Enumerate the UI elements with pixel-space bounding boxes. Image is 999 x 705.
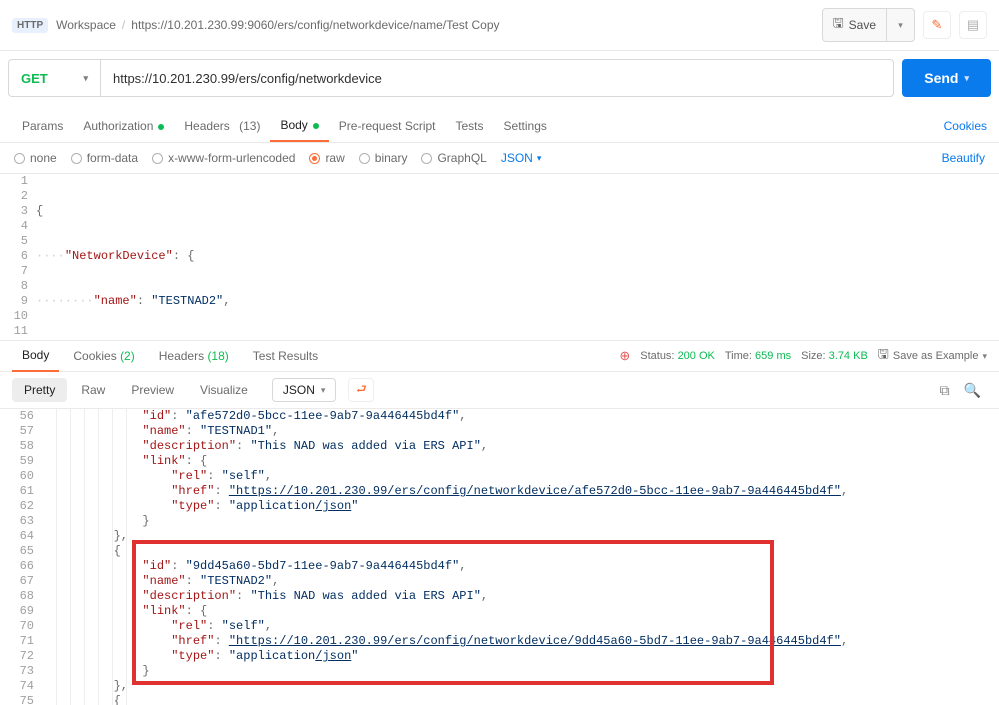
radio-x-www-form[interactable]: x-www-form-urlencoded: [152, 151, 295, 165]
url-input[interactable]: [100, 59, 894, 97]
save-as-example[interactable]: 🖫Save as Example▾: [878, 345, 987, 367]
chevron-down-icon: ▾: [898, 20, 903, 31]
tab-tests[interactable]: Tests: [446, 109, 494, 142]
copy-button[interactable]: ⧉: [940, 382, 950, 399]
request-code: { "NetworkDevice": { "name": "TESTNAD2",…: [36, 174, 999, 340]
method-value: GET: [21, 71, 48, 86]
request-body-editor[interactable]: 1234567891011 { "NetworkDevice": { "name…: [0, 174, 999, 340]
radio-raw[interactable]: raw: [309, 151, 344, 165]
view-preview[interactable]: Preview: [119, 378, 186, 402]
body-type-row: none form-data x-www-form-urlencoded raw…: [0, 143, 999, 174]
save-button[interactable]: 🖫 Save: [822, 8, 887, 42]
view-pretty[interactable]: Pretty: [12, 378, 67, 402]
floppy-icon: 🖫: [833, 14, 844, 36]
time-value: 659 ms: [755, 350, 791, 362]
response-header: Body Cookies (2) Headers (18) Test Resul…: [0, 340, 999, 372]
response-code: "id": "afe572d0-5bcc-11ee-9ab7-9a446445b…: [42, 409, 999, 705]
body-format-select[interactable]: JSON▾: [501, 151, 542, 165]
request-row: GET ▾ Send ▾: [0, 51, 999, 109]
tab-headers[interactable]: Headers (13): [174, 109, 270, 142]
tab-authorization[interactable]: Authorization: [73, 109, 174, 142]
save-label: Save: [849, 18, 876, 32]
wrap-lines-button[interactable]: ⮐: [348, 378, 374, 402]
response-format-select[interactable]: JSON▾: [272, 378, 337, 402]
method-select[interactable]: GET ▾: [8, 59, 100, 97]
chevron-down-icon: ▾: [537, 153, 542, 164]
tab-body[interactable]: Body: [270, 109, 328, 142]
http-badge: HTTP: [12, 18, 48, 33]
request-gutter: 1234567891011: [0, 174, 36, 339]
view-raw[interactable]: Raw: [69, 378, 117, 402]
save-dropdown[interactable]: ▾: [887, 8, 915, 42]
send-button[interactable]: Send ▾: [902, 59, 991, 97]
search-button[interactable]: 🔍: [964, 382, 981, 399]
network-icon[interactable]: ⊕: [619, 348, 630, 364]
save-button-group: 🖫 Save ▾: [822, 8, 915, 42]
response-body-editor[interactable]: 5657585960616263646566676869707172737475…: [0, 409, 999, 705]
chevron-down-icon: ▾: [321, 385, 326, 396]
auth-active-dot: [156, 119, 164, 133]
body-active-dot: [311, 118, 319, 132]
radio-graphql[interactable]: GraphQL: [421, 151, 486, 165]
comments-button[interactable]: ▤: [959, 11, 987, 39]
send-label: Send: [924, 70, 958, 86]
response-meta: ⊕ Status: 200 OK Time: 659 ms Size: 3.74…: [619, 345, 987, 367]
resp-tab-tests[interactable]: Test Results: [243, 349, 328, 363]
top-bar: HTTP Workspace / https://10.201.230.99:9…: [0, 0, 999, 51]
response-gutter: 5657585960616263646566676869707172737475: [0, 409, 42, 705]
comment-icon: ▤: [967, 17, 979, 33]
breadcrumb-separator: /: [122, 18, 125, 32]
floppy-icon: 🖫: [878, 345, 889, 367]
beautify-link[interactable]: Beautify: [942, 151, 985, 165]
radio-form-data[interactable]: form-data: [71, 151, 138, 165]
resp-tab-body[interactable]: Body: [12, 340, 59, 372]
radio-binary[interactable]: binary: [359, 151, 408, 165]
response-toolbar: Pretty Raw Preview Visualize JSON▾ ⮐ ⧉ 🔍: [0, 372, 999, 409]
status-code: 200 OK: [678, 350, 715, 362]
pencil-icon: ✎: [932, 17, 943, 33]
chevron-down-icon: ▾: [982, 351, 987, 362]
edit-button[interactable]: ✎: [923, 11, 951, 39]
workspace-name[interactable]: Workspace: [56, 18, 116, 32]
tab-params[interactable]: Params: [12, 109, 73, 142]
tab-prerequest[interactable]: Pre-request Script: [329, 109, 446, 142]
view-visualize[interactable]: Visualize: [188, 378, 260, 402]
chevron-down-icon: ▾: [83, 73, 88, 84]
resp-tab-cookies[interactable]: Cookies (2): [63, 349, 144, 363]
cookies-link[interactable]: Cookies: [944, 119, 987, 133]
radio-none[interactable]: none: [14, 151, 57, 165]
request-tabs: Params Authorization Headers (13) Body P…: [0, 109, 999, 143]
tab-settings[interactable]: Settings: [494, 109, 557, 142]
wrap-icon: ⮐: [356, 380, 367, 401]
size-value: 3.74 KB: [829, 350, 868, 362]
breadcrumb: Workspace / https://10.201.230.99:9060/e…: [56, 18, 813, 32]
resp-tab-headers[interactable]: Headers (18): [149, 349, 239, 363]
request-path[interactable]: https://10.201.230.99:9060/ers/config/ne…: [131, 18, 499, 32]
chevron-down-icon: ▾: [964, 73, 969, 84]
